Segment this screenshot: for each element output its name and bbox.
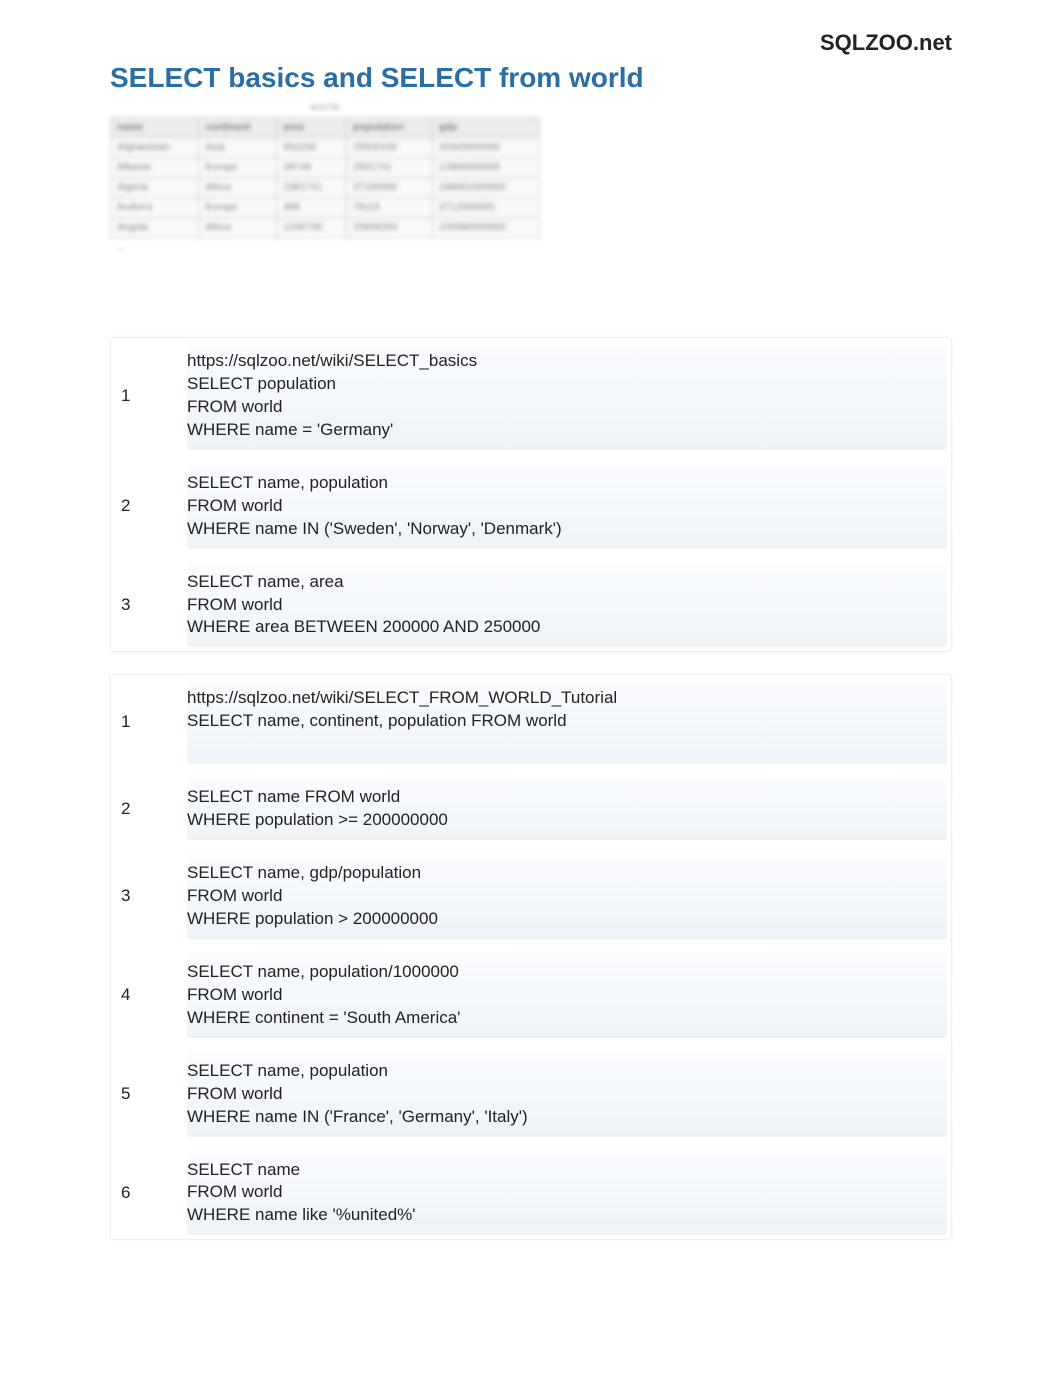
answer-code-text: SELECT name, continent, population FROM …: [187, 711, 567, 730]
thumb-cell: 12960000000: [432, 158, 539, 178]
thumb-cell: 2831741: [346, 158, 432, 178]
thumb-cell: Andorra: [111, 198, 199, 218]
answer-code-text: SELECT name, population/1000000 FROM wor…: [187, 962, 460, 1027]
answer-block: 1https://sqlzoo.net/wiki/SELECT_basicsSE…: [110, 337, 952, 652]
thumb-row: AlgeriaAfrica238174137100000188681000000: [111, 178, 540, 198]
answer-number: 3: [111, 559, 187, 652]
answer-number: 2: [111, 774, 187, 844]
answer-number: 2: [111, 460, 187, 553]
thumb-header: gdp: [432, 118, 539, 138]
thumb-cell: 28748: [277, 158, 347, 178]
answer-code: SELECT name, population FROM world WHERE…: [187, 1052, 947, 1137]
thumb-cell: Afghanistan: [111, 138, 199, 158]
site-name: SQLZOO.net: [110, 30, 952, 56]
answer-code-text: SELECT name, population FROM world WHERE…: [187, 473, 562, 538]
answer-code-text: SELECT population FROM world WHERE name …: [187, 374, 393, 439]
thumb-cell: 188681000000: [432, 178, 539, 198]
answer-number: 1: [111, 338, 187, 454]
thumb-cell: Angola: [111, 218, 199, 238]
answer-code: SELECT name, area FROM world WHERE area …: [187, 563, 947, 648]
answer-code-text: SELECT name, gdp/population FROM world W…: [187, 863, 438, 928]
answer-code-text: SELECT name FROM world WHERE name like '…: [187, 1160, 416, 1225]
thumb-cell: 37100000: [346, 178, 432, 198]
thumb-header: area: [277, 118, 347, 138]
thumb-cell: Europe: [199, 158, 277, 178]
answer-code: https://sqlzoo.net/wiki/SELECT_FROM_WORL…: [187, 679, 947, 764]
thumb-cell: Africa: [199, 178, 277, 198]
answer-row: 2SELECT name, population FROM world WHER…: [111, 460, 951, 553]
thumb-cell: 468: [277, 198, 347, 218]
thumb-cell: 2381741: [277, 178, 347, 198]
answer-row: 3SELECT name, gdp/population FROM world …: [111, 850, 951, 943]
thumb-cell: 20609294: [346, 218, 432, 238]
answer-code: SELECT name FROM world WHERE population …: [187, 778, 947, 840]
thumb-cell: Africa: [199, 218, 277, 238]
thumb-cell: Asia: [199, 138, 277, 158]
answer-code-text: SELECT name, area FROM world WHERE area …: [187, 572, 540, 637]
answer-code-text: SELECT name, population FROM world WHERE…: [187, 1061, 528, 1126]
section-url[interactable]: https://sqlzoo.net/wiki/SELECT_basics: [187, 350, 933, 373]
world-table-thumbnail: world namecontinentareapopulationgdp Afg…: [110, 102, 540, 317]
thumb-header: population: [346, 118, 432, 138]
thumb-cell: 20343000000: [432, 138, 539, 158]
section-url[interactable]: https://sqlzoo.net/wiki/SELECT_FROM_WORL…: [187, 687, 933, 710]
thumb-row: AlbaniaEurope28748283174112960000000: [111, 158, 540, 178]
thumb-cell: 3712000000: [432, 198, 539, 218]
answer-block: 1https://sqlzoo.net/wiki/SELECT_FROM_WOR…: [110, 674, 952, 1240]
page-title-link[interactable]: SELECT basics and SELECT from world: [110, 62, 644, 93]
thumb-cell: Europe: [199, 198, 277, 218]
answer-code: SELECT name, population FROM world WHERE…: [187, 464, 947, 549]
thumb-header: name: [111, 118, 199, 138]
thumb-cell: 1246700: [277, 218, 347, 238]
thumb-cell: Algeria: [111, 178, 199, 198]
thumb-cell: 78115: [346, 198, 432, 218]
thumb-cell: 25500100: [346, 138, 432, 158]
answer-number: 4: [111, 949, 187, 1042]
answer-row: 1https://sqlzoo.net/wiki/SELECT_basicsSE…: [111, 338, 951, 454]
answer-code: SELECT name, population/1000000 FROM wor…: [187, 953, 947, 1038]
answer-row: 2SELECT name FROM world WHERE population…: [111, 774, 951, 844]
answer-code-text: SELECT name FROM world WHERE population …: [187, 787, 448, 829]
thumb-row: AngolaAfrica124670020609294100990000000: [111, 218, 540, 238]
thumb-cell: Albania: [111, 158, 199, 178]
thumb-header: continent: [199, 118, 277, 138]
answer-row: 1https://sqlzoo.net/wiki/SELECT_FROM_WOR…: [111, 675, 951, 768]
answer-row: 3SELECT name, area FROM world WHERE area…: [111, 559, 951, 652]
page-title[interactable]: SELECT basics and SELECT from world: [110, 62, 952, 94]
answer-number: 5: [111, 1048, 187, 1141]
answer-number: 6: [111, 1147, 187, 1240]
thumb-table: namecontinentareapopulationgdp Afghanist…: [110, 117, 540, 257]
thumb-ellipsis: ...: [111, 238, 540, 258]
answer-number: 1: [111, 675, 187, 768]
answer-number: 3: [111, 850, 187, 943]
answer-row: 5SELECT name, population FROM world WHER…: [111, 1048, 951, 1141]
answer-code: SELECT name, gdp/population FROM world W…: [187, 854, 947, 939]
thumb-row: AndorraEurope468781153712000000: [111, 198, 540, 218]
answer-row: 4SELECT name, population/1000000 FROM wo…: [111, 949, 951, 1042]
thumb-caption: world: [110, 102, 540, 113]
answer-row: 6SELECT name FROM world WHERE name like …: [111, 1147, 951, 1240]
answer-code: SELECT name FROM world WHERE name like '…: [187, 1151, 947, 1236]
thumb-cell: 100990000000: [432, 218, 539, 238]
thumb-cell: 652230: [277, 138, 347, 158]
answer-code: https://sqlzoo.net/wiki/SELECT_basicsSEL…: [187, 342, 947, 450]
thumb-row: AfghanistanAsia6522302550010020343000000: [111, 138, 540, 158]
